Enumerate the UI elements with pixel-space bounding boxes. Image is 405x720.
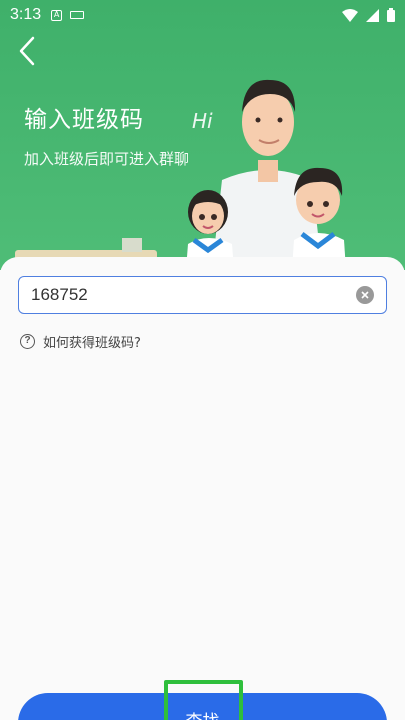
class-code-value[interactable]: 168752 [31, 285, 356, 305]
close-icon [361, 291, 369, 299]
clear-input-button[interactable] [356, 286, 374, 304]
help-link[interactable]: ? 如何获得班级码? [20, 332, 141, 351]
page-title: 输入班级码 [24, 107, 144, 133]
status-time: 3:13 [10, 6, 42, 23]
find-button-highlight [164, 680, 243, 720]
back-button[interactable] [10, 34, 44, 68]
page-subtitle: 加入班级后即可进入群聊 [24, 150, 190, 168]
wifi-icon [342, 8, 358, 22]
back-arrow-icon [19, 36, 35, 66]
keyboard-icon [70, 11, 85, 19]
header-banner: Hi 3:13 A 输入班级码 加入班级后即可进入群聊 [0, 0, 405, 270]
notification-a-icon: A [51, 9, 63, 21]
help-text[interactable]: 如何获得班级码? [43, 332, 141, 351]
question-circle-icon: ? [20, 334, 35, 349]
battery-icon [387, 8, 395, 22]
hi-bubble: Hi [192, 109, 213, 133]
teacher-students-illustration: Hi [15, 79, 346, 270]
signal-icon [366, 8, 379, 22]
status-bar: 3:13 A [0, 0, 405, 30]
form-card: 168752 ? 如何获得班级码? [0, 257, 405, 720]
class-code-input[interactable]: 168752 [18, 276, 387, 314]
